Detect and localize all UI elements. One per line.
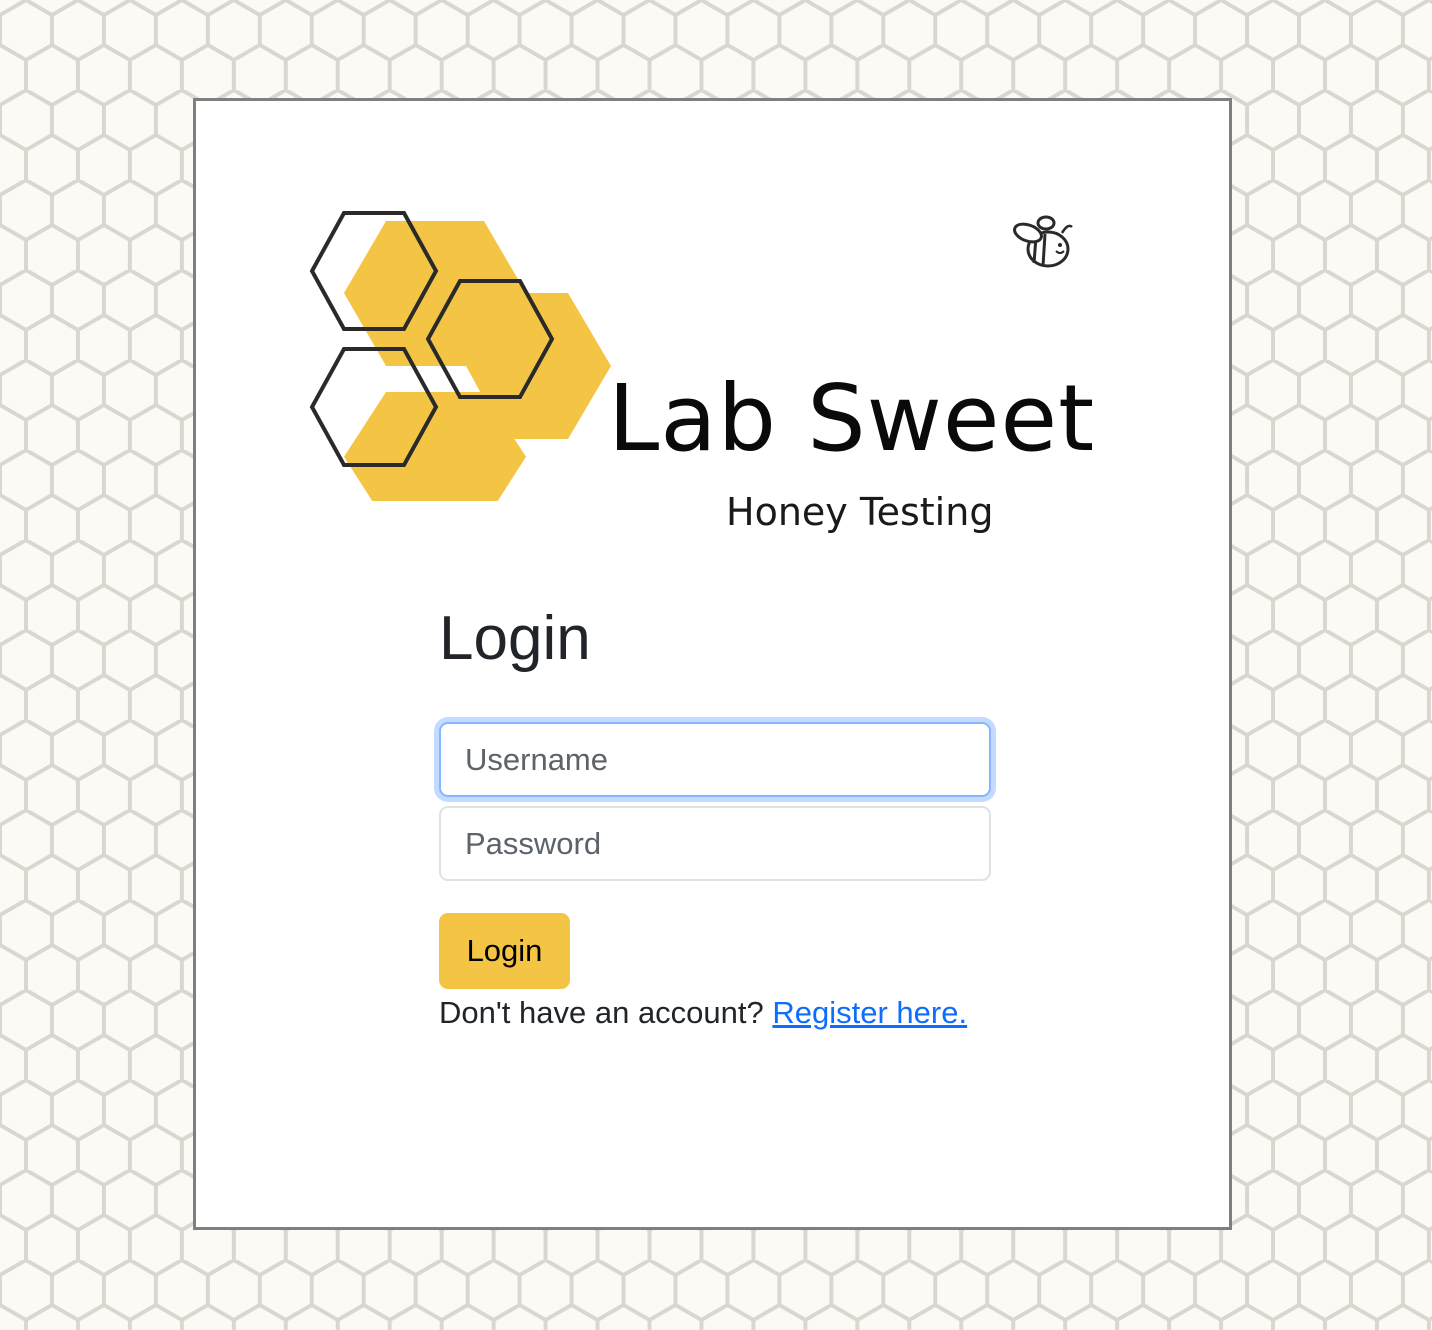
username-input[interactable] [439,722,991,797]
logo-subtitle: Honey Testing [726,490,994,534]
register-prompt-line: Don't have an account? Register here. [439,993,967,1033]
register-prompt-text: Don't have an account? [439,995,764,1030]
page-title: Login [439,604,591,673]
logo-title: Lab Sweet [608,365,1096,472]
login-form: Login Login Don't have an account? Regis… [439,601,991,1030]
register-link[interactable]: Register here. [772,995,967,1030]
login-card: Lab Sweet Honey Testing Login Login Don'… [193,98,1232,1230]
password-input[interactable] [439,806,991,881]
bee-icon [1013,215,1073,268]
login-button[interactable]: Login [439,913,570,989]
lab-sweet-logo: Lab Sweet Honey Testing [306,201,1126,531]
